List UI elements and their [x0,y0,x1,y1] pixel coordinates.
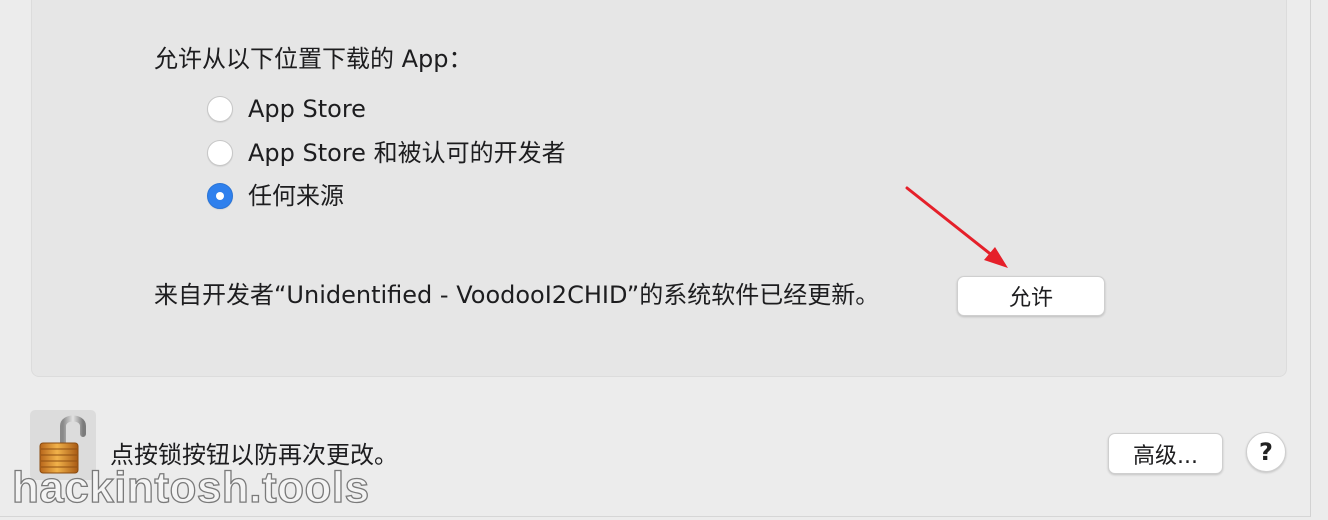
radio-button-selected-icon[interactable] [207,183,233,209]
watermark-text: hackintosh.tools [11,462,370,512]
radio-button-icon[interactable] [207,96,233,122]
allow-button[interactable]: 允许 [957,276,1105,316]
radio-option-app-store-identified[interactable]: App Store 和被认可的开发者 [207,137,566,169]
blocked-software-notice: 来自开发者“Unidentified - VoodooI2CHID”的系统软件已… [154,281,880,309]
red-arrow-annotation-icon [905,186,1008,268]
radio-label: App Store [248,95,366,123]
radio-label: 任何来源 [248,182,344,210]
radio-label: App Store 和被认可的开发者 [248,139,566,167]
radio-option-app-store[interactable]: App Store [207,93,366,125]
radio-button-icon[interactable] [207,140,233,166]
advanced-button[interactable]: 高级... [1108,433,1223,474]
help-button[interactable]: ? [1246,432,1286,472]
radio-option-anywhere[interactable]: 任何来源 [207,180,344,212]
allow-apps-title: 允许从以下位置下载的 App： [154,45,473,73]
